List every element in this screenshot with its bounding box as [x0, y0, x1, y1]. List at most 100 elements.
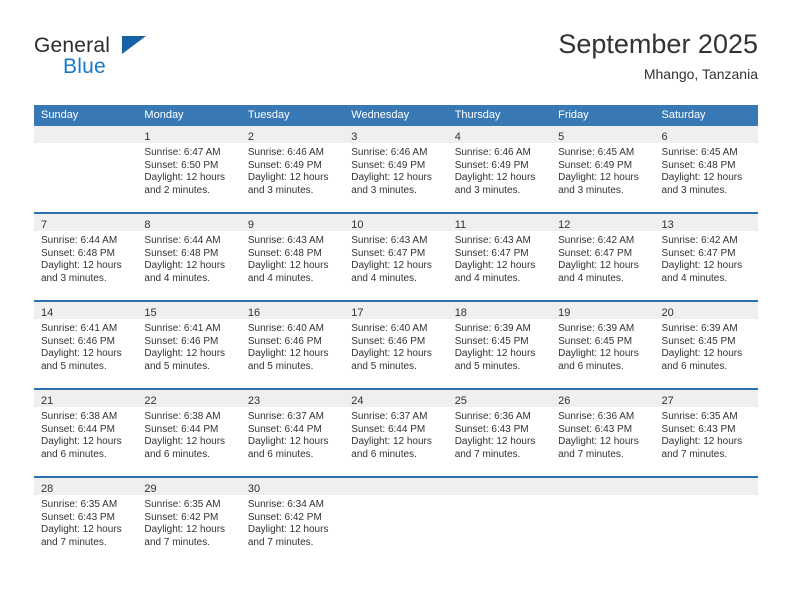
daylight-text-line1: Daylight: 12 hours: [41, 348, 122, 360]
day-sun-info: Sunrise: 6:37 AM Sunset: 6:44 PM Daylight:…: [344, 407, 447, 461]
day-number: 11: [454, 219, 467, 231]
calendar-week-row: 28 Sunrise: 6:35 AM Sunset: 6:43 PM Dayligh…: [34, 476, 758, 564]
calendar-day-cell[interactable]: 11 Sunrise: 6:43 AM Sunset: 6:47 PM Dayligh…: [447, 212, 552, 301]
calendar-day-cell[interactable]: 13 Sunrise: 6:42 AM Sunset: 6:47 PM Dayligh…: [654, 212, 758, 301]
sunrise-text: Sunrise: 6:37 AM: [247, 411, 324, 422]
day-number-band: [447, 478, 552, 495]
logo-text-blue: Blue: [63, 55, 106, 78]
calendar-day-cell[interactable]: 3 Sunrise: 6:46 AM Sunset: 6:49 PM Daylight…: [344, 126, 448, 213]
calendar-day-cell[interactable]: 2 Sunrise: 6:46 AM Sunset: 6:49 PM Daylight…: [240, 126, 345, 213]
sunrise-text: Sunrise: 6:46 AM: [454, 147, 531, 158]
day-sun-info: Sunrise: 6:39 AM Sunset: 6:45 PM Daylight:…: [448, 319, 551, 373]
day-number-band: 7: [34, 214, 138, 231]
sunrise-text: Sunrise: 6:39 AM: [558, 323, 635, 334]
day-sun-info: [34, 143, 137, 147]
day-number: 16: [247, 307, 261, 319]
calendar-day-cell[interactable]: 29 Sunrise: 6:35 AM Sunset: 6:42 PM Dayligh…: [137, 476, 241, 564]
calendar-day-cell[interactable]: 26 Sunrise: 6:36 AM Sunset: 6:43 PM Dayligh…: [551, 388, 655, 477]
calendar-day-cell[interactable]: 16 Sunrise: 6:40 AM Sunset: 6:46 PM Dayligh…: [240, 300, 345, 389]
calendar-day-cell[interactable]: 27 Sunrise: 6:35 AM Sunset: 6:43 PM Dayligh…: [654, 388, 758, 477]
daylight-text-line1: Daylight: 12 hours: [351, 172, 432, 184]
sunset-text: Sunset: 6:43 PM: [41, 511, 115, 523]
day-cell-inner: 4 Sunrise: 6:46 AM Sunset: 6:49 PM Daylight…: [447, 126, 552, 212]
sunset-text: Sunset: 6:46 PM: [144, 335, 219, 347]
day-number: 30: [247, 483, 261, 495]
day-number-band: 3: [344, 126, 448, 143]
day-cell-inner: 3 Sunrise: 6:46 AM Sunset: 6:49 PM Daylight…: [344, 126, 448, 212]
daylight-text-line2: and 7 minutes.: [661, 448, 728, 460]
calendar-day-cell[interactable]: 22 Sunrise: 6:38 AM Sunset: 6:44 PM Dayligh…: [137, 388, 241, 477]
calendar-day-cell[interactable]: 6 Sunrise: 6:45 AM Sunset: 6:48 PM Daylight…: [654, 126, 758, 213]
day-sun-info: Sunrise: 6:37 AM Sunset: 6:44 PM Daylight:…: [241, 407, 344, 461]
day-sun-info: Sunrise: 6:41 AM Sunset: 6:46 PM Daylight:…: [34, 319, 137, 373]
calendar-day-cell[interactable]: 25 Sunrise: 6:36 AM Sunset: 6:43 PM Dayligh…: [447, 388, 552, 477]
calendar-day-cell[interactable]: 7 Sunrise: 6:44 AM Sunset: 6:48 PM Daylight…: [34, 212, 138, 301]
day-sun-info: Sunrise: 6:42 AM Sunset: 6:47 PM Daylight:…: [551, 231, 654, 285]
weekday-header-thursday: Thursday: [447, 105, 552, 126]
day-sun-info: Sunrise: 6:44 AM Sunset: 6:48 PM Daylight:…: [137, 231, 240, 285]
sunset-text: Sunset: 6:49 PM: [247, 159, 322, 171]
sunrise-text: Sunrise: 6:42 AM: [661, 235, 738, 246]
daylight-text-line1: Daylight: 12 hours: [247, 436, 329, 448]
calendar-day-cell[interactable]: 10 Sunrise: 6:43 AM Sunset: 6:47 PM Dayligh…: [344, 212, 448, 301]
day-number-band: 1: [137, 126, 241, 143]
calendar-day-cell[interactable]: 9 Sunrise: 6:43 AM Sunset: 6:48 PM Daylight…: [240, 212, 345, 301]
weekday-header-monday: Monday: [137, 105, 241, 126]
daylight-text-line1: Daylight: 12 hours: [247, 348, 329, 360]
day-number-band: 18: [447, 302, 552, 319]
calendar-day-cell[interactable]: 4 Sunrise: 6:46 AM Sunset: 6:49 PM Daylight…: [447, 126, 552, 213]
day-cell-inner: [447, 478, 552, 564]
day-number-band: 22: [137, 390, 241, 407]
general-blue-logo[interactable]: General Blue: [34, 34, 254, 90]
daylight-text-line1: Daylight: 12 hours: [454, 260, 536, 272]
day-cell-inner: 7 Sunrise: 6:44 AM Sunset: 6:48 PM Daylight…: [34, 214, 138, 300]
calendar-day-cell[interactable]: 5 Sunrise: 6:45 AM Sunset: 6:49 PM Daylight…: [551, 126, 655, 213]
sunset-text: Sunset: 6:48 PM: [41, 247, 115, 259]
calendar-day-cell[interactable]: 14 Sunrise: 6:41 AM Sunset: 6:46 PM Dayligh…: [34, 300, 138, 389]
calendar-week-row: 1 Sunrise: 6:47 AM Sunset: 6:50 PM Daylight…: [34, 126, 758, 213]
day-number: 18: [454, 307, 467, 319]
calendar-day-cell[interactable]: 30 Sunrise: 6:34 AM Sunset: 6:42 PM Dayligh…: [240, 476, 345, 564]
day-number: 27: [661, 395, 674, 407]
calendar-day-cell[interactable]: 20 Sunrise: 6:39 AM Sunset: 6:45 PM Dayligh…: [654, 300, 758, 389]
calendar-day-cell[interactable]: 23 Sunrise: 6:37 AM Sunset: 6:44 PM Dayligh…: [240, 388, 345, 477]
day-number: 13: [661, 219, 674, 231]
calendar-day-cell[interactable]: 24 Sunrise: 6:37 AM Sunset: 6:44 PM Dayligh…: [344, 388, 448, 477]
sunset-text: Sunset: 6:47 PM: [558, 247, 633, 259]
day-sun-info: Sunrise: 6:40 AM Sunset: 6:46 PM Daylight:…: [344, 319, 447, 373]
day-number-band: 21: [34, 390, 138, 407]
daylight-text-line2: and 6 minutes.: [661, 360, 728, 372]
calendar-day-cell[interactable]: 18 Sunrise: 6:39 AM Sunset: 6:45 PM Dayligh…: [447, 300, 552, 389]
daylight-text-line2: and 3 minutes.: [247, 184, 314, 196]
calendar-day-cell[interactable]: 1 Sunrise: 6:47 AM Sunset: 6:50 PM Daylight…: [137, 126, 241, 213]
sunrise-text: Sunrise: 6:36 AM: [558, 411, 635, 422]
day-number-band: 15: [137, 302, 241, 319]
day-number-band: 24: [344, 390, 448, 407]
sunset-text: Sunset: 6:46 PM: [351, 335, 426, 347]
calendar-day-cell[interactable]: 28 Sunrise: 6:35 AM Sunset: 6:43 PM Dayligh…: [34, 476, 138, 564]
daylight-text-line2: and 6 minutes.: [351, 448, 417, 460]
day-number: 26: [558, 395, 571, 407]
daylight-text-line2: and 6 minutes.: [41, 448, 107, 460]
day-sun-info: Sunrise: 6:35 AM Sunset: 6:43 PM Daylight:…: [655, 407, 758, 461]
sunrise-text: Sunrise: 6:34 AM: [247, 499, 324, 510]
daylight-text-line2: and 5 minutes.: [144, 360, 211, 372]
daylight-text-line1: Daylight: 12 hours: [661, 348, 743, 360]
daylight-text-line1: Daylight: 12 hours: [558, 172, 639, 184]
calendar-day-cell[interactable]: 15 Sunrise: 6:41 AM Sunset: 6:46 PM Dayligh…: [137, 300, 241, 389]
calendar-day-cell[interactable]: 17 Sunrise: 6:40 AM Sunset: 6:46 PM Dayligh…: [344, 300, 448, 389]
calendar-day-cell[interactable]: 8 Sunrise: 6:44 AM Sunset: 6:48 PM Daylight…: [137, 212, 241, 301]
sunset-text: Sunset: 6:45 PM: [661, 335, 736, 347]
calendar-day-cell[interactable]: 21 Sunrise: 6:38 AM Sunset: 6:44 PM Dayligh…: [34, 388, 138, 477]
calendar-day-cell[interactable]: 19 Sunrise: 6:39 AM Sunset: 6:45 PM Dayligh…: [551, 300, 655, 389]
day-number-band: [654, 478, 758, 495]
daylight-text-line1: Daylight: 12 hours: [144, 172, 226, 184]
daylight-text-line1: Daylight: 12 hours: [454, 348, 536, 360]
day-number: 4: [454, 131, 461, 143]
page-header: General Blue September 2025 Mhango, Tanz…: [34, 28, 758, 90]
calendar-day-cell[interactable]: 12 Sunrise: 6:42 AM Sunset: 6:47 PM Dayligh…: [551, 212, 655, 301]
day-cell-inner: 9 Sunrise: 6:43 AM Sunset: 6:48 PM Daylight…: [240, 214, 345, 300]
day-sun-info: Sunrise: 6:45 AM Sunset: 6:49 PM Daylight:…: [551, 143, 654, 197]
daylight-text-line1: Daylight: 12 hours: [144, 348, 226, 360]
daylight-text-line1: Daylight: 12 hours: [247, 524, 329, 536]
